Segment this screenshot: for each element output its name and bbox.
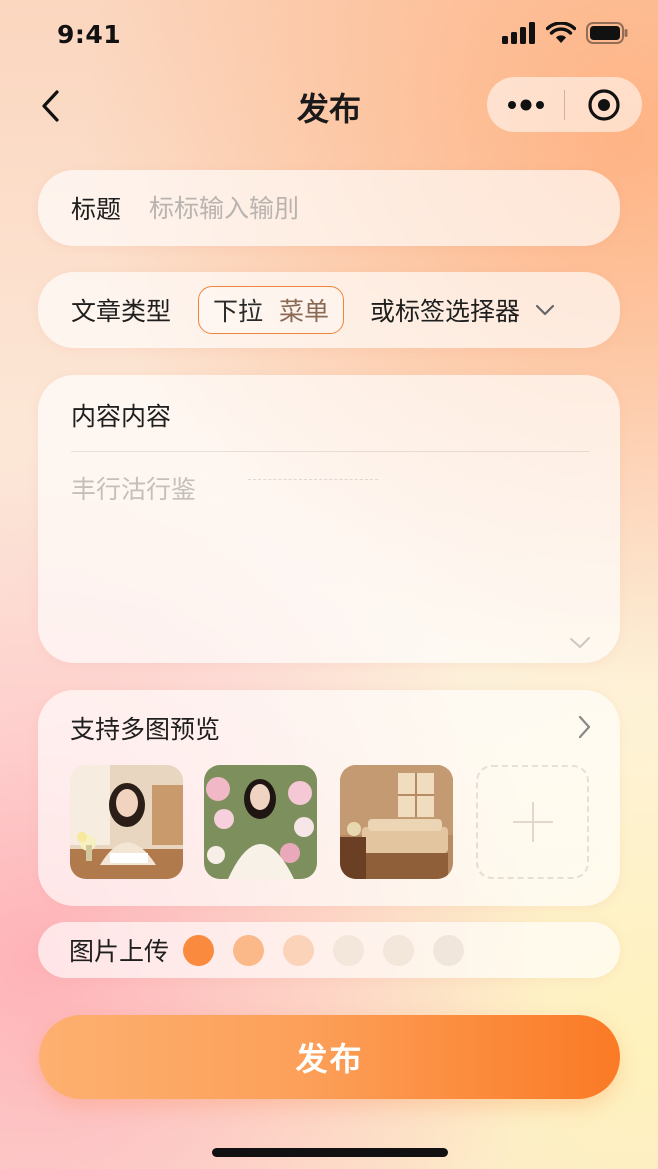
title-input[interactable] (149, 193, 570, 223)
upload-dot-1 (183, 934, 215, 966)
photo-preview-title: 支持多图预览 (70, 715, 221, 744)
upload-dot-6 (433, 934, 465, 966)
photo-thumbnail-3[interactable] (340, 765, 453, 879)
mini-program-capsule (487, 77, 642, 132)
upload-dot-2 (233, 934, 265, 966)
content-card: 内容内容 (38, 375, 620, 663)
battery-icon (586, 22, 628, 44)
wifi-icon (546, 22, 576, 43)
content-textarea[interactable] (71, 470, 591, 620)
article-type-row: 文章类型 下拉 菜单 或标签选择器 (38, 272, 620, 348)
more-dots-icon (507, 99, 544, 110)
close-miniprogram-button[interactable] (565, 77, 642, 132)
publish-button[interactable]: 发布 (39, 1015, 620, 1099)
photo-thumbnail-1[interactable] (70, 765, 183, 879)
photo-thumbnail-2[interactable] (204, 765, 317, 879)
chevron-down-icon[interactable] (534, 303, 556, 317)
image-upload-row: 图片上传 (38, 922, 620, 978)
title-label: 标题 (71, 195, 122, 224)
check-icon (570, 637, 590, 648)
upload-dot-4 (333, 934, 365, 966)
dropdown-text-a: 下拉 (213, 297, 264, 326)
more-button[interactable] (487, 77, 564, 132)
type-dropdown[interactable]: 下拉 菜单 (198, 286, 345, 334)
tag-selector[interactable]: 或标签选择器 (370, 292, 520, 328)
upload-dot-3 (283, 934, 315, 966)
title-row: 标题 (38, 170, 620, 246)
upload-dot-5 (383, 934, 415, 966)
plus-icon (512, 802, 553, 842)
photo-woman-in-garden-icon (204, 765, 317, 879)
photo-living-room-icon (340, 765, 453, 879)
content-divider (71, 451, 590, 452)
upload-progress-dots (183, 934, 465, 966)
chevron-right-icon[interactable] (576, 714, 592, 740)
add-photo-button[interactable] (476, 765, 589, 879)
signal-icon (502, 22, 535, 44)
content-dashed-line (248, 479, 378, 480)
status-icons (502, 22, 628, 44)
image-upload-label: 图片上传 (69, 937, 170, 966)
status-time: 9:41 (57, 20, 122, 49)
content-label: 内容内容 (71, 402, 172, 431)
dropdown-text-b: 菜单 (279, 297, 330, 326)
article-type-label: 文章类型 (71, 297, 172, 326)
photo-woman-at-table-icon (70, 765, 183, 879)
target-icon (587, 88, 620, 121)
home-indicator (212, 1148, 448, 1157)
